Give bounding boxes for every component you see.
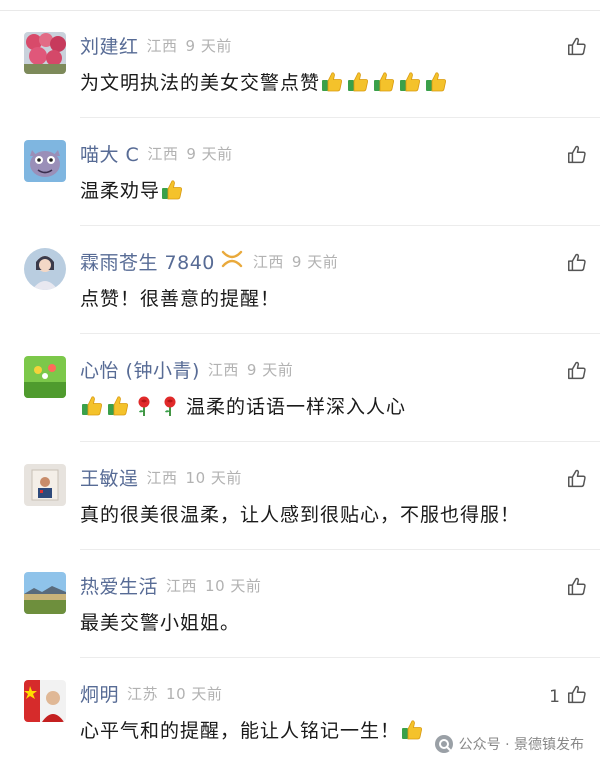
emoji-group (160, 178, 184, 202)
thumbs-up-emoji-icon (162, 179, 183, 199)
avatar[interactable] (24, 464, 66, 506)
comment-text: 温柔的话语一样深入人心 (186, 396, 407, 418)
comment-time: 9 天前 (246, 360, 294, 379)
like-button[interactable] (560, 468, 588, 494)
commenter-name[interactable]: 心怡 (钟小青) (80, 356, 200, 383)
thumbs-up-emoji-icon (400, 71, 421, 91)
thumbs-up-outline-icon (566, 468, 588, 494)
thumbs-up-emoji-icon (374, 71, 395, 91)
comment-region: 江西 (207, 360, 239, 379)
thumbs-up-emoji-icon (322, 71, 343, 91)
comment-text: 最美交警小姐姐。 (80, 612, 241, 634)
commenter-name[interactable]: 热爱生活 (80, 572, 158, 599)
thumbs-up-emoji-icon (82, 395, 102, 415)
commenter-name[interactable]: 喵大 C (80, 140, 139, 167)
comment-region: 江西 (146, 468, 178, 487)
emoji-group (320, 70, 448, 94)
comment-time: 9 天前 (186, 144, 233, 163)
thumbs-up-outline-icon (566, 36, 588, 62)
thumbs-up-emoji-icon (348, 71, 369, 91)
comment-time: 10 天前 (205, 576, 262, 595)
comment-text: 心平气和的提醒，能让人铭记一生！ (80, 720, 401, 742)
comment-time: 10 天前 (166, 684, 223, 703)
comment-item: 霖雨苍生 7840 江西 9 天前 点赞！很善意的提醒！ (0, 226, 600, 334)
comment-text: 为文明执法的美女交警点赞 (80, 72, 321, 94)
comment-item: 王敏逞 江西 10 天前 真的很美很温柔，让人感到很贴心，不服也得服！ (0, 442, 600, 550)
like-count: 1 (549, 687, 560, 707)
comment-region: 江西 (252, 252, 284, 271)
like-button[interactable] (560, 144, 588, 170)
thumbs-up-emoji-icon (402, 719, 423, 739)
comment-text: 温柔劝导 (80, 180, 161, 202)
comment-item: 心怡 (钟小青) 江西 9 天前 温柔的话语一样深入人心 (0, 334, 600, 442)
rose-emoji-icon (164, 396, 176, 416)
comment-time: 9 天前 (185, 36, 232, 55)
rose-emoji-icon (138, 396, 150, 416)
comment-region: 江西 (166, 576, 198, 595)
thumbs-up-outline-icon (566, 252, 588, 278)
avatar[interactable] (24, 572, 66, 614)
commenter-name[interactable]: 王敏逞 (80, 464, 139, 491)
emoji-group (80, 394, 182, 418)
comment-item: 热爱生活 江西 10 天前 最美交警小姐姐。 (0, 550, 600, 658)
avatar[interactable] (24, 680, 66, 722)
wechat-official-account-icon (434, 734, 454, 754)
comment-text: 真的很美很温柔，让人感到很贴心，不服也得服！ (80, 504, 521, 526)
like-button[interactable] (560, 36, 588, 62)
like-button[interactable] (560, 360, 588, 386)
thumbs-up-outline-icon (566, 360, 588, 386)
watermark-text: 公众号 · 景德镇发布 (458, 737, 584, 753)
comment-region: 江苏 (127, 684, 159, 703)
avatar[interactable] (24, 248, 66, 290)
comment-region: 江西 (147, 144, 179, 163)
comment-item: 喵大 C 江西 9 天前 温柔劝导 (0, 118, 600, 226)
comment-text: 点赞！很善意的提醒！ (80, 288, 281, 310)
like-button[interactable] (560, 252, 588, 278)
emoji-group (400, 718, 424, 742)
avatar[interactable] (24, 140, 66, 182)
commenter-name[interactable]: 炯明 (80, 680, 119, 707)
comment-time: 9 天前 (291, 252, 339, 271)
comment-time: 10 天前 (185, 468, 242, 487)
avatar[interactable] (24, 32, 66, 74)
commenter-name[interactable]: 霖雨苍生 7840 (80, 248, 215, 275)
thumbs-up-outline-icon (566, 144, 588, 170)
commenter-name[interactable]: 刘建红 (80, 32, 139, 59)
like-button[interactable]: 1 (549, 684, 588, 710)
comment-region: 江西 (146, 36, 178, 55)
ribbon-icon (221, 250, 243, 272)
thumbs-up-outline-icon (566, 684, 588, 710)
avatar[interactable] (24, 356, 66, 398)
thumbs-up-emoji-icon (426, 71, 447, 91)
watermark: 公众号 · 景德镇发布 (434, 734, 584, 754)
comment-item: 刘建红 江西 9 天前 为文明执法的美女交警点赞 (0, 10, 600, 118)
thumbs-up-emoji-icon (108, 395, 128, 415)
like-button[interactable] (560, 576, 588, 602)
thumbs-up-outline-icon (566, 576, 588, 602)
